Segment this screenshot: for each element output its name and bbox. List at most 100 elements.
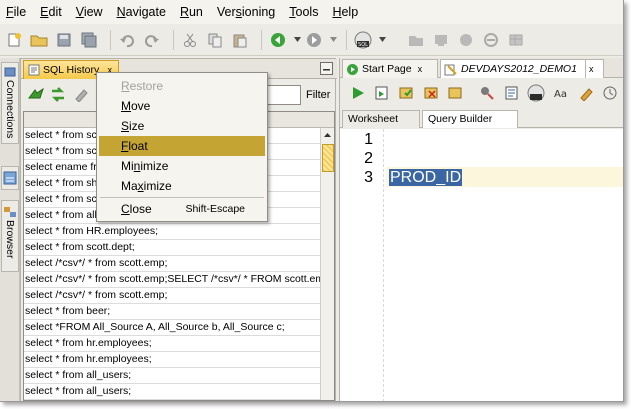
- editor-tabbar: Start Page x DEVDAYS2012_DEMO1 x: [340, 58, 623, 78]
- close-tab-icon[interactable]: x: [589, 64, 594, 74]
- filter-label: Filter: [306, 89, 331, 101]
- toolbar-separator: [173, 29, 174, 50]
- sql-editor[interactable]: 1 2 3 PROD_ID: [340, 129, 623, 401]
- menu-navigate[interactable]: Navigate: [117, 5, 166, 19]
- history-row[interactable]: select * from beer;: [24, 304, 320, 320]
- menu-bar: File Edit View Navigate Run Versioning T…: [0, 0, 623, 24]
- menu-item-size[interactable]: Size: [97, 116, 267, 136]
- forward-icon[interactable]: [304, 30, 324, 50]
- connections-label: Connections: [4, 80, 16, 139]
- monitor-disabled-icon: [431, 30, 451, 50]
- tab-devdays2012-demo1[interactable]: DEVDAYS2012_DEMO1: [440, 59, 586, 78]
- history-small-icon[interactable]: [600, 83, 620, 103]
- reports-icon: [3, 171, 17, 185]
- sql-worksheet-icon[interactable]: SQL: [353, 30, 373, 50]
- toolbar-separator: [261, 29, 262, 50]
- run-script-icon[interactable]: [373, 83, 393, 103]
- history-row[interactable]: select * from HR.employees;: [24, 224, 320, 240]
- rollback-icon[interactable]: [422, 83, 442, 103]
- line-number: 1: [364, 131, 373, 148]
- paste-icon[interactable]: [230, 30, 250, 50]
- scroll-up-arrow-icon[interactable]: [321, 128, 334, 141]
- sql-history-tab-label: SQL History: [43, 64, 100, 76]
- chevron-down-icon[interactable]: [378, 30, 386, 50]
- toolbar-separator: [110, 29, 111, 50]
- chevron-down-icon[interactable]: [293, 30, 301, 50]
- svg-text:Aa: Aa: [554, 89, 567, 100]
- connections-side-tab[interactable]: Connections: [1, 62, 19, 144]
- left-tab-strip: Connections Browser: [0, 58, 20, 401]
- history-row[interactable]: select * from scott.dept;: [24, 240, 320, 256]
- replace-icon[interactable]: [49, 86, 67, 107]
- worksheet-panel: Start Page x DEVDAYS2012_DEMO1 x Aa Work…: [339, 58, 623, 401]
- clear-icon[interactable]: [73, 86, 89, 105]
- menu-file[interactable]: File: [6, 5, 26, 19]
- run-statement-icon[interactable]: [348, 83, 368, 103]
- menu-edit[interactable]: Edit: [40, 5, 62, 19]
- history-row[interactable]: select * from all_users;: [24, 368, 320, 384]
- new-file-icon[interactable]: [4, 30, 24, 50]
- cancel-icon[interactable]: [447, 83, 467, 103]
- menu-item-minimize[interactable]: Minimize: [97, 156, 267, 176]
- sql-tuning-icon[interactable]: [526, 83, 546, 103]
- to-upper-case-icon[interactable]: Aa: [551, 83, 571, 103]
- history-row[interactable]: select *FROM All_Source A, All_Source b,…: [24, 320, 320, 336]
- browser-disabled-icon: [481, 30, 501, 50]
- menu-item-float[interactable]: Float: [99, 136, 265, 156]
- line-number-gutter: 1 2 3: [340, 129, 384, 401]
- selected-code-text[interactable]: PROD_ID: [389, 169, 463, 186]
- close-devdays-tab[interactable]: x: [586, 59, 604, 78]
- start-page-icon: [347, 63, 358, 75]
- panel-context-menu: Restore Move Size Float Minimize Maximiz…: [96, 72, 268, 222]
- redo-icon[interactable]: [142, 30, 162, 50]
- scroll-thumb[interactable]: [322, 144, 334, 172]
- clear-editor-icon[interactable]: [576, 83, 596, 103]
- append-icon[interactable]: [27, 86, 45, 107]
- menu-item-move[interactable]: Move: [97, 96, 267, 116]
- commit-icon[interactable]: [397, 83, 417, 103]
- menu-versioning[interactable]: Versioning: [217, 5, 275, 19]
- menu-separator: [100, 197, 264, 198]
- folder-disabled-icon: [406, 30, 426, 50]
- close-tab-icon[interactable]: x: [418, 64, 423, 74]
- history-row[interactable]: select /*csv*/ * from scott.emp;: [24, 288, 320, 304]
- tab-start-page[interactable]: Start Page x: [342, 59, 438, 78]
- tab-worksheet[interactable]: Worksheet: [342, 110, 420, 128]
- tab-query-builder[interactable]: Query Builder: [422, 110, 518, 128]
- menu-run[interactable]: Run: [180, 5, 203, 19]
- cut-icon[interactable]: [180, 30, 200, 50]
- history-row[interactable]: select * from hr.employees;: [24, 336, 320, 352]
- undo-icon[interactable]: [117, 30, 137, 50]
- main-toolbar: SQL: [0, 24, 623, 56]
- vertical-scrollbar[interactable]: [320, 128, 334, 400]
- reports-side-tab[interactable]: [1, 166, 19, 190]
- minimize-panel-button[interactable]: [320, 62, 333, 75]
- worksheet-toolbar: Aa: [340, 79, 623, 107]
- history-row[interactable]: select /*csv*/ * from scott.emp;SELECT /…: [24, 272, 320, 288]
- menu-item-restore[interactable]: Restore: [97, 76, 267, 96]
- history-row[interactable]: select * from hr.employees;: [24, 352, 320, 368]
- start-page-tab-label: Start Page: [362, 63, 412, 75]
- save-icon[interactable]: [54, 30, 74, 50]
- explain-plan-icon[interactable]: [477, 83, 497, 103]
- open-folder-icon[interactable]: [29, 30, 49, 50]
- minimize-icon: [323, 69, 330, 71]
- menu-item-close[interactable]: Close Shift-Escape: [97, 199, 267, 219]
- history-row[interactable]: select /*csv*/ * from scott.emp;: [24, 256, 320, 272]
- back-icon[interactable]: [268, 30, 288, 50]
- menu-item-maximize[interactable]: Maximize: [97, 176, 267, 196]
- save-all-icon[interactable]: [79, 30, 99, 50]
- history-row[interactable]: select * from all_users;: [24, 384, 320, 400]
- chevron-down-icon[interactable]: [329, 30, 337, 50]
- browser-side-tab[interactable]: Browser: [1, 200, 19, 272]
- menu-help[interactable]: Help: [332, 5, 358, 19]
- line-number: 2: [364, 150, 373, 167]
- menu-tools[interactable]: Tools: [289, 5, 318, 19]
- tuning-disabled-icon: [456, 30, 476, 50]
- connections-icon: [4, 67, 16, 77]
- line-number: 3: [364, 169, 373, 186]
- autotrace-icon[interactable]: [502, 83, 522, 103]
- history-icon: [28, 64, 40, 76]
- menu-view[interactable]: View: [76, 5, 103, 19]
- copy-icon[interactable]: [205, 30, 225, 50]
